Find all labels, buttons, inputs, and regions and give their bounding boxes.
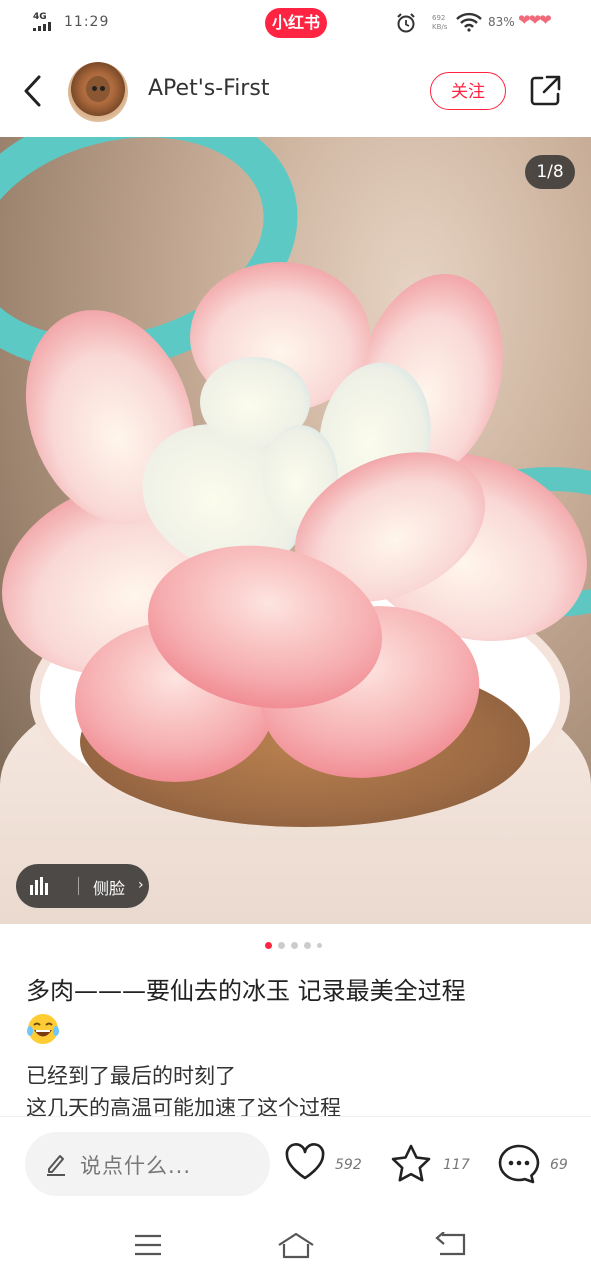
like-button[interactable]: 592 xyxy=(284,1135,364,1195)
home-icon[interactable] xyxy=(276,1230,316,1260)
succulent-plant xyxy=(2,262,587,782)
laughing-crying-emoji xyxy=(27,1014,59,1044)
pagination-dot xyxy=(317,943,322,948)
image-tag[interactable]: 侧脸 › xyxy=(16,864,149,908)
share-icon[interactable] xyxy=(528,74,562,108)
comment-input[interactable]: 说点什么... xyxy=(25,1132,270,1196)
like-count: 592 xyxy=(335,1157,362,1173)
net-speed: 692 KB/s xyxy=(432,14,448,31)
system-nav-bar xyxy=(0,1216,591,1280)
clock: 11:29 xyxy=(64,14,110,30)
pagination-dot xyxy=(265,942,272,949)
image-counter: 1/8 xyxy=(525,155,575,189)
favorite-button[interactable]: 117 xyxy=(389,1135,470,1195)
author-name[interactable]: APet's-First xyxy=(148,76,269,101)
image-tag-label: 侧脸 xyxy=(93,879,126,898)
post-body-line: 这几天的高温可能加速了这个过程 xyxy=(26,1096,341,1118)
avatar[interactable] xyxy=(68,62,128,122)
alarm-icon xyxy=(397,13,415,33)
chat-bubble-icon xyxy=(498,1144,540,1184)
back-nav-icon[interactable] xyxy=(434,1232,468,1258)
pagination-dot xyxy=(278,942,285,949)
star-icon xyxy=(391,1144,431,1182)
post-header: APet's-First 关注 xyxy=(0,46,591,136)
chevron-right-icon: › xyxy=(138,877,144,893)
comment-button[interactable]: 69 xyxy=(497,1135,577,1195)
status-bar: 4G 11:29 小红书 692 KB/s 83% ❤❤❤ xyxy=(0,0,591,46)
chart-bars-icon xyxy=(30,877,48,895)
app-logo: 小红书 xyxy=(265,8,327,38)
post-body: 已经到了最后的时刻了 这几天的高温可能加速了这个过程 xyxy=(26,1060,566,1118)
comment-placeholder: 说点什么... xyxy=(80,1154,192,1178)
pagination-dot xyxy=(291,942,298,949)
network-type: 4G xyxy=(33,12,47,22)
image-pagination xyxy=(0,940,591,950)
follow-button[interactable]: 关注 xyxy=(430,72,506,110)
favorite-count: 117 xyxy=(443,1157,470,1173)
post-title: 多肉———要仙去的冰玉 记录最美全过程 xyxy=(26,977,466,1005)
pencil-icon xyxy=(47,1155,65,1176)
wifi-icon xyxy=(456,12,482,32)
post-body-line: 已经到了最后的时刻了 xyxy=(26,1064,236,1088)
heart-icon xyxy=(285,1143,325,1180)
hearts-icon: ❤❤❤ xyxy=(518,11,552,29)
comment-count: 69 xyxy=(550,1157,568,1173)
battery-level: 83% xyxy=(488,15,515,29)
menu-icon[interactable] xyxy=(133,1233,163,1257)
post-image[interactable]: 1/8 侧脸 › xyxy=(0,137,591,924)
pagination-dot xyxy=(304,942,311,949)
back-icon[interactable] xyxy=(18,74,48,108)
action-bar: 说点什么... 592 117 69 xyxy=(0,1116,591,1217)
